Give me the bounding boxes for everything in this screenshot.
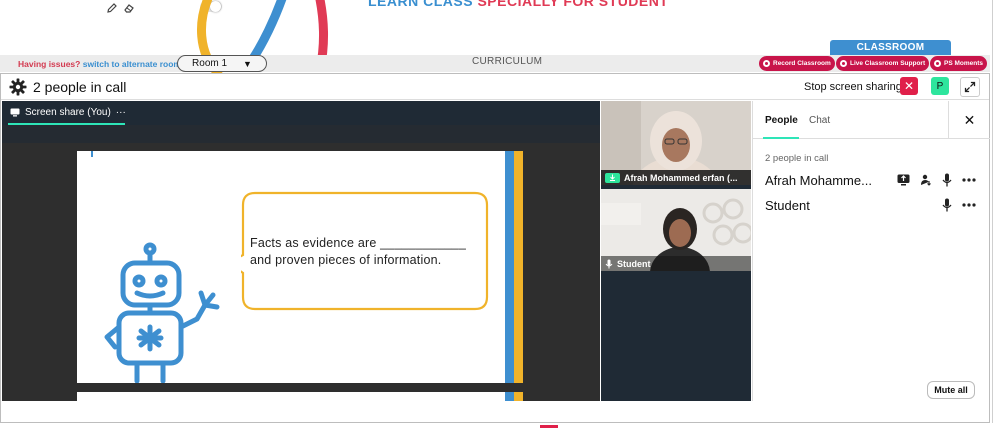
video-tiles: Afrah Mohammed erfan (... Student [601, 101, 751, 401]
moments-icon [934, 60, 941, 67]
issues-label: Having issues? [18, 59, 81, 69]
support-icon [840, 60, 847, 67]
record-classroom-label: Record Classroom [773, 60, 831, 67]
share-tab-bar: Screen share (You) ··· [2, 101, 600, 125]
ps-moments-button[interactable]: PS Moments [930, 56, 988, 71]
slide-yellow-stripe [514, 151, 523, 383]
ps-moments-label: PS Moments [944, 60, 984, 67]
microphone-icon[interactable] [942, 173, 952, 187]
expand-icon[interactable] [960, 77, 980, 97]
eraser-icon[interactable] [123, 2, 135, 14]
microphone-icon [605, 259, 613, 268]
mute-all-button[interactable]: Mute all [927, 381, 975, 399]
room-select-value: Room 1 [192, 58, 228, 69]
screen-share-icon [10, 108, 20, 117]
more-options-icon[interactable]: ··· [116, 107, 126, 118]
gear-icon[interactable] [9, 78, 27, 96]
pin-person-icon[interactable] [920, 174, 932, 186]
student-name: Student [617, 258, 651, 269]
slide-tick [91, 151, 93, 157]
live-support-button[interactable]: Live Classroom Support [836, 56, 930, 71]
screen-share-tab-label: Screen share (You) [25, 107, 111, 118]
people-in-call-count: 2 people in call [33, 79, 127, 95]
banner-title: LEARN CLASS SPECIALLY FOR STUDENT [368, 0, 668, 9]
in-call-label: 2 people in call [765, 153, 829, 164]
microphone-icon[interactable] [942, 198, 952, 212]
more-options-icon[interactable] [962, 178, 976, 182]
participant-controls [897, 173, 976, 187]
screen-share-tab[interactable]: Screen share (You) ··· [10, 107, 126, 118]
screen-presenting-icon [897, 174, 910, 186]
stop-sharing-button[interactable]: ✕ [900, 77, 918, 95]
participant-row: Afrah Mohamme... [765, 171, 990, 191]
bottom-strip [0, 423, 1000, 428]
participant-name: Student [765, 198, 810, 213]
screen-share-area: Screen share (You) ··· Facts as evidence… [2, 101, 600, 401]
next-slide-blue-stripe [505, 392, 514, 401]
stop-sharing-label: Stop screen sharing [804, 81, 902, 93]
participant-row: Student [765, 196, 990, 216]
people-panel: People Chat ✕ 2 people in call Afrah Moh… [752, 101, 990, 401]
student-name-label: Student [601, 256, 751, 271]
tab-people[interactable]: People [765, 115, 798, 126]
video-tile-student[interactable]: Student [601, 189, 751, 271]
tab-people-underline [763, 137, 799, 139]
issues-text: Having issues? switch to alternate room [18, 59, 181, 69]
caret-down-icon: ▼ [243, 58, 252, 69]
banner-text-a: LEARN CLASS [368, 0, 478, 9]
close-icon: ✕ [963, 111, 976, 128]
record-classroom-button[interactable]: Record Classroom [759, 56, 835, 71]
alternate-room-link[interactable]: switch to alternate room [83, 59, 181, 69]
live-support-label: Live Classroom Support [850, 60, 926, 67]
video-tile-teacher[interactable]: Afrah Mohammed erfan (... [601, 101, 751, 185]
record-icon [763, 60, 770, 67]
next-slide-yellow-stripe [514, 392, 523, 401]
slide-question-text: Facts as evidence are ____________ and p… [250, 236, 466, 267]
participant-name: Afrah Mohamme... [765, 173, 872, 188]
meeting-frame: 2 people in call Stop screen sharing ✕ P… [0, 73, 990, 423]
teacher-name: Afrah Mohammed erfan (... [624, 172, 738, 183]
robot-illustration [104, 242, 220, 383]
pencil-icon[interactable] [106, 2, 118, 14]
slide-blue-stripe [505, 151, 514, 383]
right-divider [992, 0, 993, 428]
panel-tabs: People Chat ✕ [753, 101, 990, 139]
participant-controls [942, 198, 976, 212]
room-select[interactable]: Room 1 ▼ [177, 55, 267, 72]
presentation-slide: Facts as evidence are ____________ and p… [77, 151, 523, 383]
teacher-name-label: Afrah Mohammed erfan (... [601, 170, 751, 185]
tab-chat[interactable]: Chat [809, 115, 830, 126]
more-options-icon[interactable] [962, 203, 976, 207]
classroom-tab[interactable]: CLASSROOM [830, 40, 951, 55]
participant-button[interactable]: P [931, 77, 949, 95]
sharing-badge-icon [605, 172, 620, 183]
call-header: 2 people in call Stop screen sharing ✕ P [1, 74, 989, 100]
curriculum-label: CURRICULUM [472, 56, 543, 67]
next-slide-preview [77, 392, 523, 401]
banner-text-b: SPECIALLY FOR STUDENT [477, 0, 669, 9]
share-dark-band [2, 125, 600, 143]
close-panel-button[interactable]: ✕ [948, 101, 990, 139]
